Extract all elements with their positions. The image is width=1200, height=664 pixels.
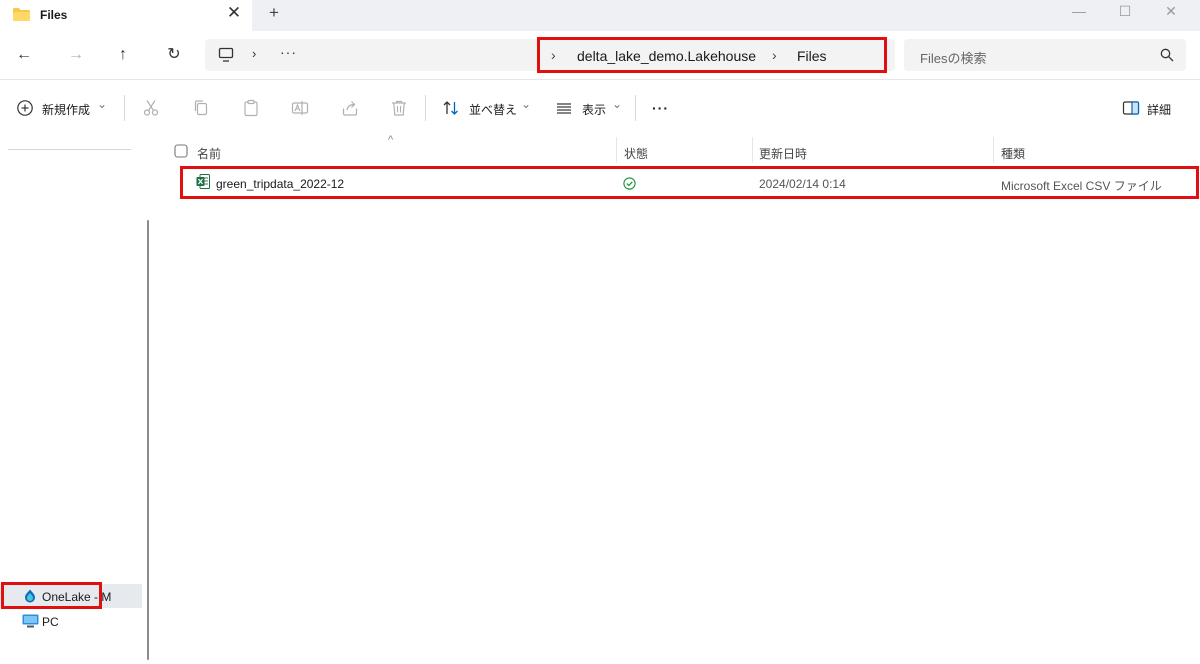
- breadcrumb-highlight-box: [537, 37, 887, 73]
- refresh-button[interactable]: ↻: [162, 44, 186, 66]
- more-options-button[interactable]: ···: [652, 100, 669, 116]
- column-header-modified[interactable]: 更新日時: [759, 145, 807, 162]
- column-header-status[interactable]: 状態: [624, 145, 648, 162]
- tab-files[interactable]: [0, 0, 252, 31]
- up-button[interactable]: ↑: [111, 44, 135, 66]
- sort-ascending-indicator: ^: [388, 134, 394, 146]
- new-tab-button[interactable]: +: [264, 3, 284, 25]
- sort-icon[interactable]: [442, 99, 460, 117]
- toolbar-divider: [635, 95, 636, 121]
- details-pane-icon[interactable]: [1122, 99, 1140, 117]
- copy-icon[interactable]: [192, 99, 210, 117]
- rename-icon[interactable]: [291, 99, 309, 117]
- select-all-checkbox[interactable]: [174, 144, 188, 158]
- search-icon[interactable]: [1160, 48, 1174, 62]
- search-input[interactable]: Filesの検索: [920, 48, 986, 67]
- file-row-highlight-box: [180, 166, 1199, 199]
- new-dropdown-icon[interactable]: ⌄: [97, 97, 107, 111]
- address-chevron-icon[interactable]: ›: [252, 46, 256, 61]
- column-divider[interactable]: [752, 137, 753, 163]
- sort-button[interactable]: 並べ替え: [469, 101, 517, 118]
- close-tab-icon[interactable]: ✕: [224, 3, 244, 25]
- this-pc-icon[interactable]: [218, 47, 234, 63]
- cut-icon[interactable]: [142, 99, 160, 117]
- paste-icon[interactable]: [242, 99, 260, 117]
- column-divider[interactable]: [993, 137, 994, 163]
- tab-title: Files: [40, 8, 68, 22]
- details-button[interactable]: 詳細: [1147, 101, 1171, 118]
- nav-item-pc-label: PC: [42, 615, 59, 629]
- folder-icon: [13, 8, 30, 21]
- address-overflow-button[interactable]: ···: [280, 44, 297, 60]
- column-header-type[interactable]: 種類: [1001, 145, 1025, 162]
- sort-dropdown-icon[interactable]: ⌄: [521, 97, 531, 111]
- column-header-name[interactable]: 名前: [197, 145, 221, 162]
- delete-icon[interactable]: [390, 99, 408, 117]
- toolbar-divider: [124, 95, 125, 121]
- forward-button[interactable]: →: [64, 44, 88, 66]
- nav-scrollbar[interactable]: [147, 220, 149, 660]
- view-dropdown-icon[interactable]: ⌄: [612, 97, 622, 111]
- new-button[interactable]: 新規作成: [42, 101, 90, 118]
- toolbar-divider: [425, 95, 426, 121]
- close-window-button[interactable]: ✕: [1148, 0, 1194, 24]
- column-divider[interactable]: [616, 137, 617, 163]
- minimize-button[interactable]: —: [1056, 0, 1102, 24]
- nav-divider: [8, 149, 131, 150]
- share-icon[interactable]: [341, 99, 359, 117]
- view-list-icon[interactable]: [555, 99, 573, 117]
- maximize-button[interactable]: ☐: [1102, 0, 1148, 24]
- new-plus-icon[interactable]: [16, 99, 34, 117]
- back-button[interactable]: ←: [12, 44, 36, 66]
- onelake-highlight-box: [1, 582, 102, 609]
- pc-monitor-icon: [22, 614, 39, 628]
- view-button[interactable]: 表示: [582, 101, 606, 118]
